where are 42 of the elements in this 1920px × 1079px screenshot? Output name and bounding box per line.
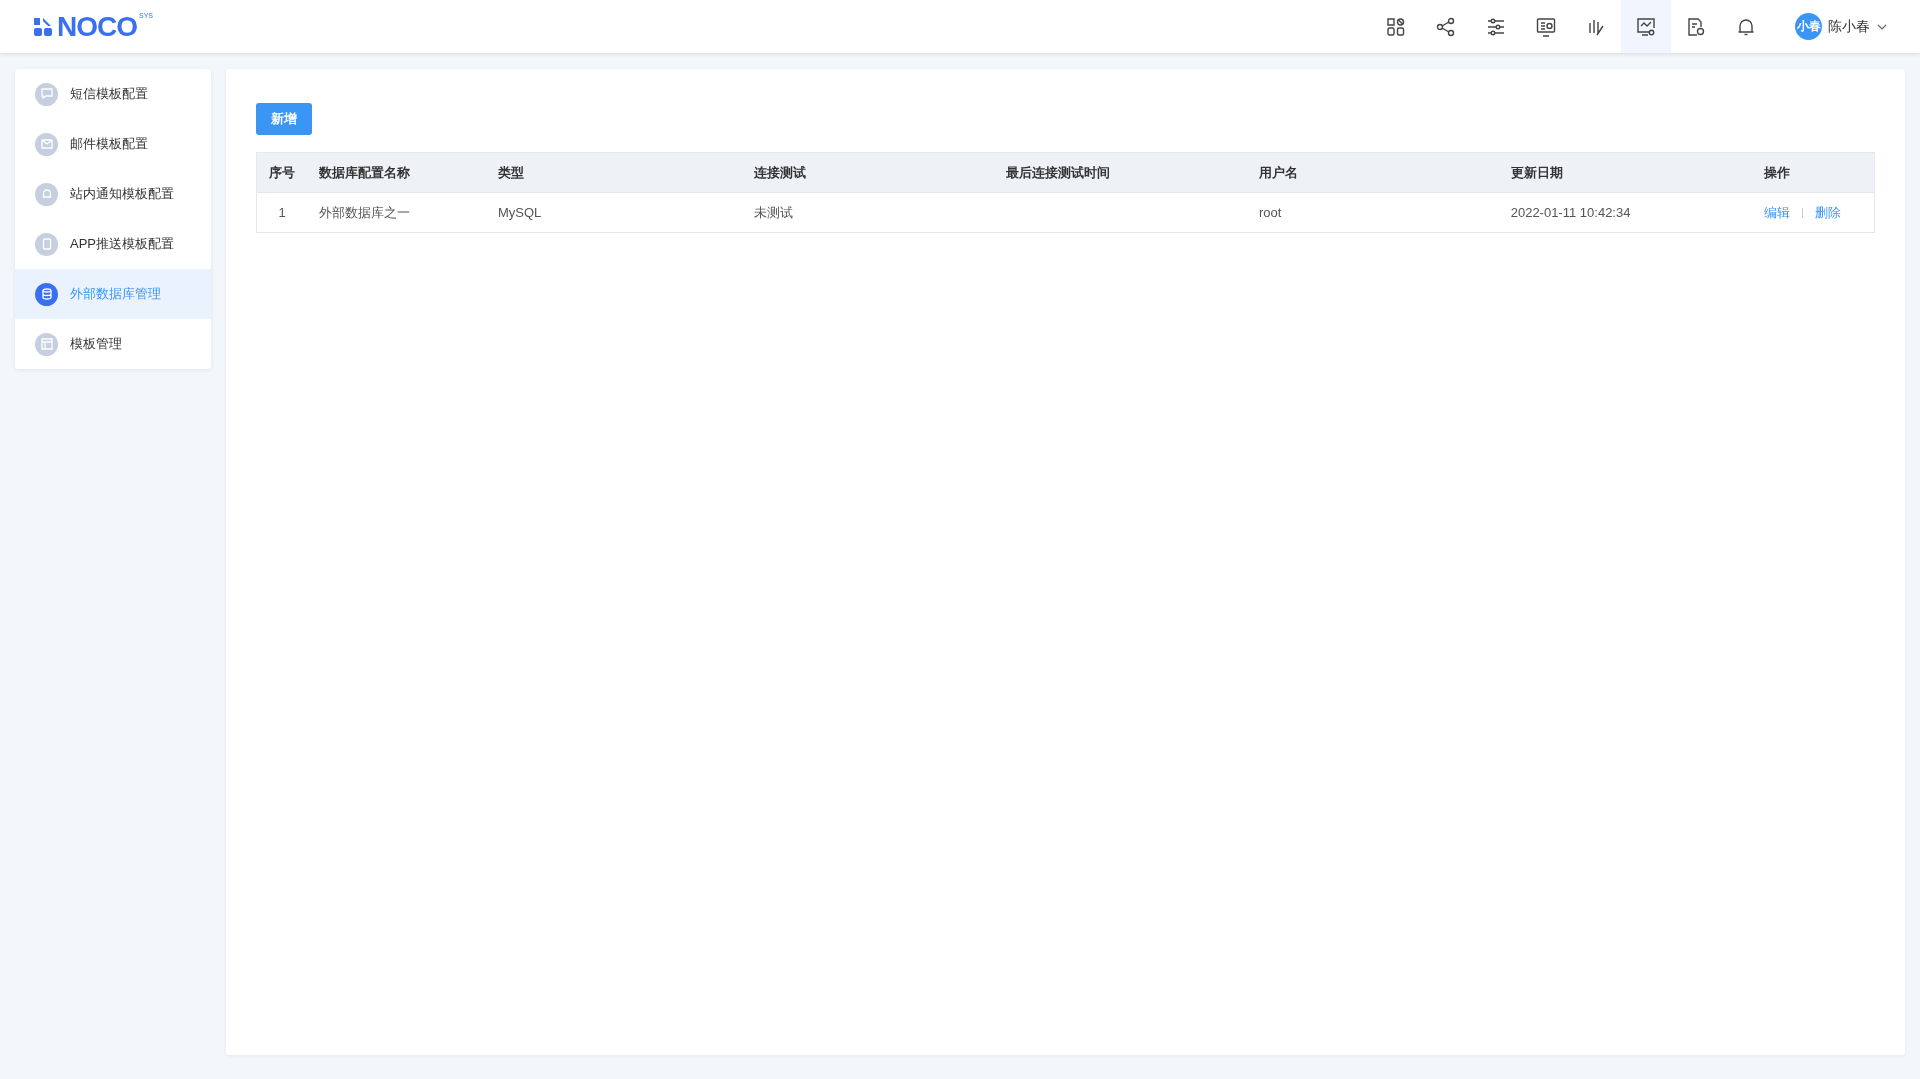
sidebar-item-label: 外部数据库管理 <box>70 285 161 303</box>
sidebar-item[interactable]: 模板管理 <box>15 319 211 369</box>
sidebar-item-label: 邮件模板配置 <box>70 135 148 153</box>
message-icon <box>35 82 58 106</box>
table-cell: 2022-01-11 10:42:34 <box>1510 205 1631 220</box>
column-header: 操作 <box>1751 152 1875 193</box>
user-name[interactable]: 陈小春 <box>1828 17 1870 36</box>
sidebar-item-label: 短信模板配置 <box>70 85 148 103</box>
phone-icon <box>35 232 58 256</box>
logo-text: NOCO <box>57 11 137 42</box>
document-gear-icon <box>1686 16 1706 37</box>
share-icon <box>1436 16 1456 37</box>
apps-icon <box>1386 16 1406 37</box>
database-icon <box>35 282 58 306</box>
column-header: 最后连接测试时间 <box>994 152 1247 193</box>
column-header: 更新日期 <box>1498 152 1752 193</box>
monitor-chart-icon <box>1536 16 1556 37</box>
table-cell: MySQL <box>497 205 542 220</box>
table-cell: 未测试 <box>753 204 793 220</box>
logo-icon <box>33 16 53 37</box>
column-header: 序号 <box>256 152 307 193</box>
column-header: 类型 <box>485 152 742 193</box>
sidebar-item[interactable]: 站内通知模板配置 <box>15 169 211 219</box>
table-cell: root <box>1259 205 1282 220</box>
mail-icon <box>35 132 58 156</box>
sidebar-item-label: APP推送模板配置 <box>70 235 174 253</box>
sidebar-item[interactable]: 短信模板配置 <box>15 69 211 119</box>
table-cell: 1 <box>278 205 286 220</box>
sidebar-item-label: 站内通知模板配置 <box>70 185 174 203</box>
sidebar-item[interactable]: APP推送模板配置 <box>15 219 211 269</box>
sidebar-item[interactable]: 邮件模板配置 <box>15 119 211 169</box>
template-icon <box>35 332 58 356</box>
column-header: 用户名 <box>1247 152 1499 193</box>
toolbar-button[interactable] <box>1621 0 1671 53</box>
column-header: 数据库配置名称 <box>307 152 486 193</box>
bell-icon <box>35 182 58 206</box>
settings-icon <box>1486 16 1506 37</box>
table-cell: 外部数据库之一 <box>319 204 410 220</box>
bell-icon <box>1736 16 1756 37</box>
column-header: 连接测试 <box>741 152 995 193</box>
monitor-gear-icon <box>1636 16 1656 37</box>
sidebar-item-label: 模板管理 <box>70 335 122 353</box>
